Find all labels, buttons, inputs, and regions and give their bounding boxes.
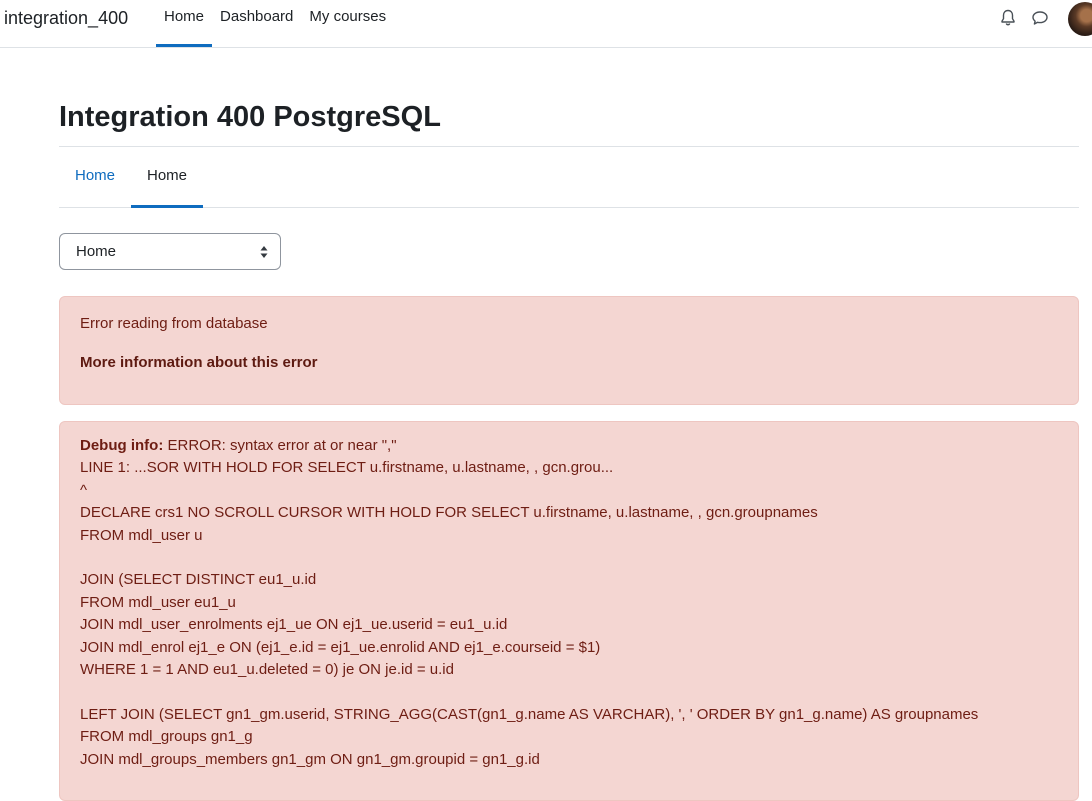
- debug-line: LEFT JOIN (SELECT gn1_gm.userid, STRING_…: [80, 705, 979, 723]
- debug-line: FROM mdl_groups gn1_g: [80, 728, 253, 746]
- debug-line: FROM mdl_user eu1_u: [80, 593, 236, 611]
- error-more-info[interactable]: More information about this error: [80, 354, 318, 371]
- debug-line: DECLARE crs1 NO SCROLL CURSOR WITH HOLD …: [80, 504, 818, 522]
- debug-line: LINE 1: ...SOR WITH HOLD FOR SELECT u.fi…: [80, 459, 614, 477]
- nav-item-my-courses[interactable]: My courses: [301, 0, 394, 47]
- error-message: Error reading from database: [80, 315, 268, 332]
- primary-navigation: Home Dashboard My courses: [156, 0, 394, 47]
- chat-icon[interactable]: [1030, 8, 1050, 28]
- nav-item-home[interactable]: Home: [156, 0, 213, 47]
- debug-line: [80, 547, 1060, 569]
- debug-error-text: ERROR: syntax error at or near ",": [163, 437, 397, 454]
- page-title: Integration 400 PostgreSQL: [59, 101, 441, 133]
- secondary-navigation: Home Home: [59, 147, 1079, 208]
- debug-line: FROM mdl_user u: [80, 526, 203, 544]
- debug-info: Debug info: ERROR: syntax error at or ne…: [80, 435, 1060, 771]
- error-alert: Error reading from database More informa…: [59, 296, 1079, 405]
- user-avatar[interactable]: [1068, 2, 1092, 36]
- top-navbar: integration_400 Home Dashboard My course…: [0, 0, 1092, 48]
- debug-line: WHERE 1 = 1 AND eu1_u.deleted = 0) je ON…: [80, 661, 454, 679]
- debug-line: ^: [80, 481, 88, 499]
- debug-line: JOIN (SELECT DISTINCT eu1_u.id: [80, 571, 317, 589]
- debug-line: JOIN mdl_groups_members gn1_gm ON gn1_gm…: [80, 750, 540, 768]
- debug-label: Debug info:: [80, 437, 164, 454]
- select-value: Home: [76, 243, 117, 260]
- bell-icon[interactable]: [998, 8, 1018, 28]
- debug-line: JOIN mdl_enrol ej1_e ON (ej1_e.id = ej1_…: [80, 638, 601, 656]
- tab-home-link[interactable]: Home: [59, 147, 131, 207]
- debug-first-line: Debug info: ERROR: syntax error at or ne…: [80, 435, 1060, 457]
- navbar-icons: [998, 8, 1062, 28]
- site-brand[interactable]: integration_400: [4, 6, 128, 30]
- page-select[interactable]: Home: [59, 233, 281, 270]
- tab-home-active[interactable]: Home: [131, 147, 204, 208]
- debug-line: JOIN mdl_user_enrolments ej1_ue ON ej1_u…: [80, 616, 508, 634]
- debug-info-alert: Debug info: ERROR: syntax error at or ne…: [59, 421, 1079, 801]
- select-arrows-icon: [260, 246, 268, 258]
- debug-line: [80, 681, 1060, 703]
- nav-item-dashboard[interactable]: Dashboard: [212, 0, 301, 47]
